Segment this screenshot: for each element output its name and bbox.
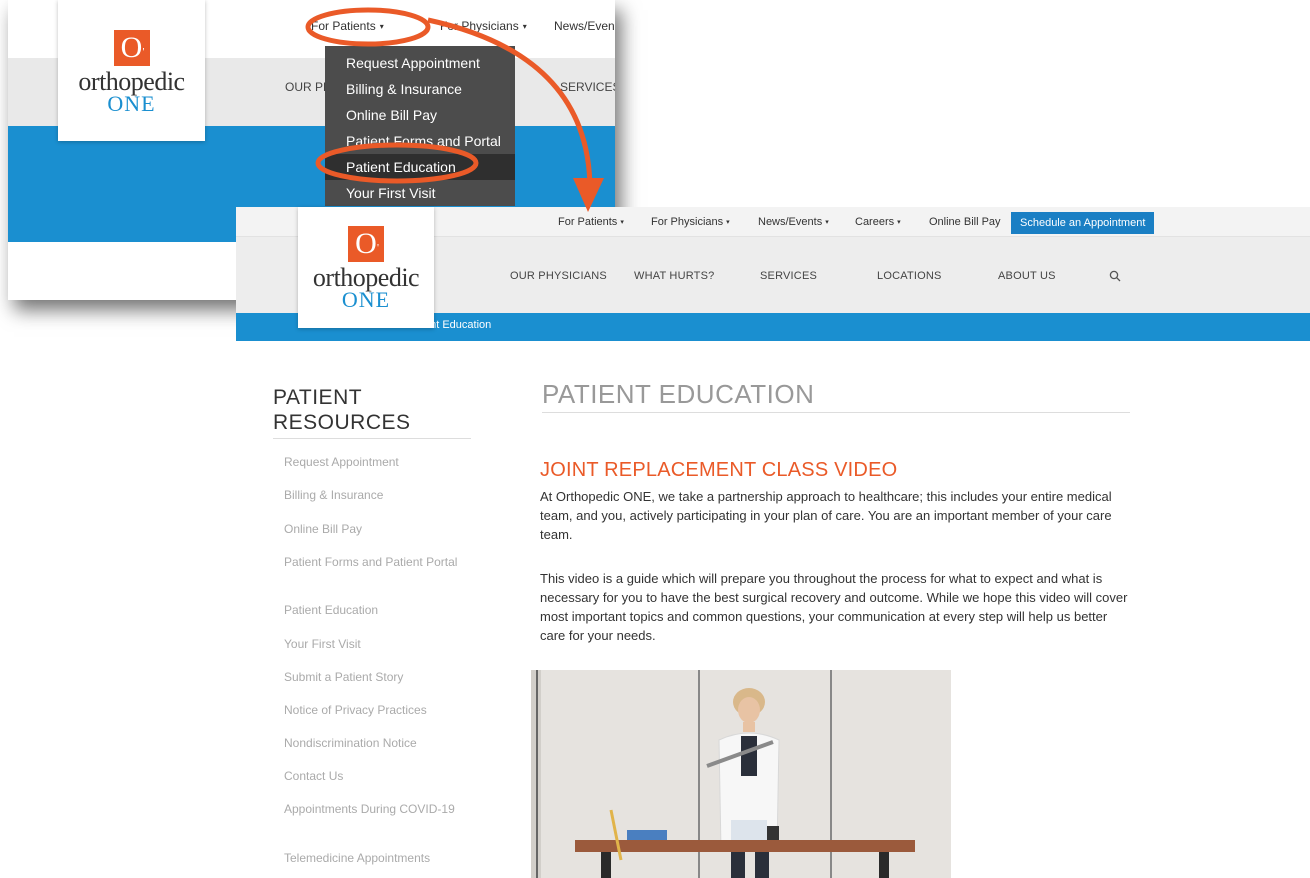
dropdown-item-patient-forms[interactable]: Patient Forms and Portal xyxy=(325,128,515,154)
video-frame-image xyxy=(531,670,951,878)
logo-mark: O ' xyxy=(348,226,384,262)
sidebar-item-privacy-practices[interactable]: Notice of Privacy Practices xyxy=(284,703,464,717)
logo-one: ONE xyxy=(341,287,391,312)
top-link-news-events[interactable]: News/Even xyxy=(554,19,615,33)
caret-down-icon: ▾ xyxy=(825,219,829,226)
nav-link-about-us[interactable]: ABOUT US xyxy=(998,270,1056,282)
top-link-for-physicians[interactable]: For Physicians ▾ xyxy=(440,19,527,33)
sidebar-item-request-appointment[interactable]: Request Appointment xyxy=(284,455,464,469)
dropdown-item-request-appointment[interactable]: Request Appointment xyxy=(325,50,515,76)
caret-down-icon: ▾ xyxy=(897,219,901,226)
dropdown-item-your-first-visit[interactable]: Your First Visit xyxy=(325,180,515,206)
top-link-for-physicians[interactable]: For Physicians ▾ xyxy=(651,216,730,228)
top-link-label: News/Events xyxy=(758,216,823,228)
caret-down-icon: ▾ xyxy=(379,22,384,31)
top-link-label: For Physicians xyxy=(651,216,724,228)
top-link-label: News/Even xyxy=(554,19,615,33)
top-link-for-patients[interactable]: For Patients ▾ xyxy=(311,19,384,33)
top-link-label: Careers xyxy=(855,216,895,228)
sidebar-item-submit-patient-story[interactable]: Submit a Patient Story xyxy=(284,670,464,684)
front-screenshot: For Patients ▾ For Physicians ▾ News/Event… xyxy=(236,207,1310,878)
top-link-label: Online Bill Pay xyxy=(929,216,1001,228)
top-link-careers[interactable]: Careers ▾ xyxy=(855,216,901,228)
nav-link-services[interactable]: SERVICES xyxy=(760,270,817,282)
top-link-online-bill-pay[interactable]: Online Bill Pay xyxy=(929,216,1001,228)
nav-link-locations[interactable]: LOCATIONS xyxy=(877,270,942,282)
sidebar-divider xyxy=(273,438,471,439)
sidebar-item-patient-forms[interactable]: Patient Forms and Patient Portal xyxy=(284,555,464,569)
for-patients-dropdown: Request Appointment Billing & Insurance … xyxy=(325,46,515,206)
search-icon[interactable] xyxy=(1109,269,1121,287)
joint-replacement-video[interactable] xyxy=(531,670,951,878)
sidebar-item-online-bill-pay[interactable]: Online Bill Pay xyxy=(284,522,464,536)
caret-down-icon: ▾ xyxy=(522,22,527,31)
sidebar-item-contact-us[interactable]: Contact Us xyxy=(284,769,464,783)
nav-link-services[interactable]: SERVICES xyxy=(560,80,615,94)
sidebar-item-your-first-visit[interactable]: Your First Visit xyxy=(284,637,464,651)
site-logo[interactable]: O ' orthopedic ONE xyxy=(58,0,205,141)
sidebar-item-covid-appointments[interactable]: Appointments During COVID-19 xyxy=(284,802,460,816)
dropdown-item-patient-education[interactable]: Patient Education xyxy=(325,154,515,180)
dropdown-item-online-bill-pay[interactable]: Online Bill Pay xyxy=(325,102,515,128)
nav-link-our-physicians[interactable]: OUR PHYSICIANS xyxy=(510,270,607,282)
page-title: PATIENT EDUCATION xyxy=(542,379,815,409)
site-logo[interactable]: O ' orthopedic ONE xyxy=(298,207,434,328)
sidebar-item-telemedicine[interactable]: Telemedicine Appointments xyxy=(284,851,464,865)
nav-link-what-hurts[interactable]: WHAT HURTS? xyxy=(634,270,714,282)
intro-paragraph: At Orthopedic ONE, we take a partnership… xyxy=(540,489,1112,542)
sidebar-item-nondiscrimination[interactable]: Nondiscrimination Notice xyxy=(284,736,464,750)
sidebar-item-patient-education[interactable]: Patient Education xyxy=(284,603,464,617)
top-link-for-patients[interactable]: For Patients ▾ xyxy=(558,216,624,228)
title-divider xyxy=(542,412,1130,413)
caret-down-icon: ▾ xyxy=(620,219,624,226)
logo-letter: O xyxy=(120,31,143,64)
sidebar-title-line-1: PATIENT xyxy=(273,386,363,409)
sidebar-item-billing-insurance[interactable]: Billing & Insurance xyxy=(284,488,464,502)
caret-down-icon: ▾ xyxy=(726,219,730,226)
breadcrumb: ent Education xyxy=(424,319,492,331)
top-link-label: For Patients xyxy=(558,216,618,228)
logo-letter: O xyxy=(355,227,377,260)
logo-mark: O ' xyxy=(113,30,150,66)
top-link-news-events[interactable]: News/Events ▾ xyxy=(758,216,829,228)
top-link-label: For Patients xyxy=(311,19,376,33)
dropdown-item-billing-insurance[interactable]: Billing & Insurance xyxy=(325,76,515,102)
sidebar-title: PATIENT RESOURCES xyxy=(273,385,411,435)
top-link-label: For Physicians xyxy=(440,19,519,33)
sidebar-title-line-2: RESOURCES xyxy=(273,411,411,434)
guide-paragraph: This video is a guide which will prepare… xyxy=(540,571,1128,643)
section-heading: JOINT REPLACEMENT CLASS VIDEO xyxy=(540,459,898,481)
schedule-appointment-button[interactable]: Schedule an Appointment xyxy=(1011,212,1155,234)
logo-one: ONE xyxy=(107,91,156,116)
